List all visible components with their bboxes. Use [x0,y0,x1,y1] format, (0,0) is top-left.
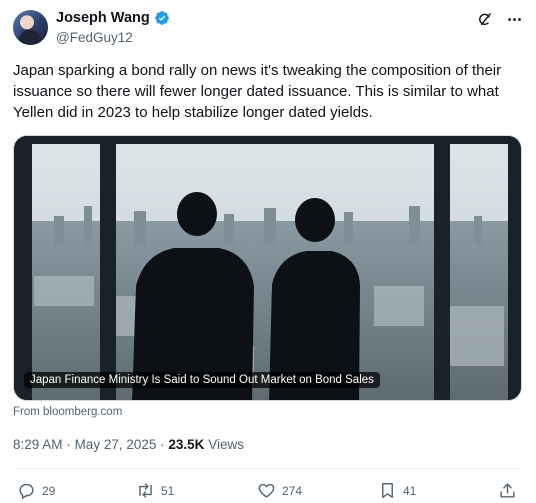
like-count: 274 [282,483,303,498]
views-label: Views [208,437,244,452]
author-handle[interactable]: @FedGuy12 [56,30,133,45]
link-card-source[interactable]: From bloomberg.com [13,406,122,418]
grok-icon[interactable] [475,10,493,28]
reply-count: 29 [42,483,56,498]
like-button[interactable]: 274 [257,481,302,500]
tweet-actions-bar: 29 51 274 41 [13,481,522,501]
views-count: 23.5K [168,437,205,452]
tweet-top-actions [475,10,523,28]
author-avatar[interactable] [13,10,48,45]
meta-separator: · [66,437,71,452]
share-button[interactable] [498,481,517,500]
repost-button[interactable]: 51 [136,481,174,500]
share-icon [500,483,515,498]
bookmark-button[interactable]: 41 [378,481,416,500]
more-options-icon[interactable] [505,10,523,28]
reply-button[interactable]: 29 [17,481,55,500]
author-name-row: Joseph Wang [56,10,170,26]
bookmark-icon [382,483,393,498]
skyline-photo [14,136,521,400]
tweet-time[interactable]: 8:29 AM [13,437,63,452]
tweet-text: Japan sparking a bond rally on news it's… [13,62,502,121]
repost-count: 51 [161,483,175,498]
tweet-date[interactable]: May 27, 2025 [75,437,157,452]
repost-icon [139,483,152,498]
divider [13,468,522,469]
link-card-caption[interactable]: Japan Finance Ministry Is Said to Sound … [24,372,380,388]
tweet-meta: 8:29 AM · May 27, 2025 · 23.5K Views [13,437,244,452]
reply-icon [19,483,34,500]
verified-badge-icon [154,10,170,26]
meta-separator: · [160,437,165,452]
link-card-image[interactable] [13,135,522,401]
heart-icon [258,483,275,498]
bookmark-count: 41 [403,483,417,498]
author-display-name[interactable]: Joseph Wang [56,10,150,26]
